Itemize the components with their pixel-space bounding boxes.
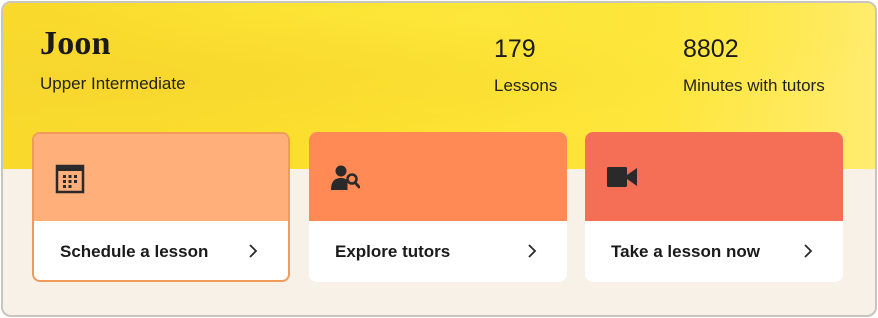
schedule-card-footer: Schedule a lesson [34, 221, 288, 280]
dashboard-panel: Joon Upper Intermediate 179 Lessons 8802… [1, 1, 877, 317]
chevron-right-icon [246, 242, 260, 260]
chevron-right-icon [525, 242, 539, 260]
explore-tutors-label: Explore tutors [335, 242, 451, 261]
take-lesson-card-header [585, 132, 843, 221]
schedule-lesson-card[interactable]: Schedule a lesson [32, 132, 290, 282]
minutes-label: Minutes with tutors [683, 76, 825, 95]
calendar-icon [55, 164, 85, 194]
explore-card-header [309, 132, 567, 221]
take-lesson-card-footer: Take a lesson now [585, 221, 843, 282]
explore-card-footer: Explore tutors [309, 221, 567, 282]
user-name: Joon [40, 25, 111, 62]
minutes-count: 8802 [683, 35, 739, 63]
video-camera-icon [606, 162, 637, 192]
take-lesson-now-card[interactable]: Take a lesson now [585, 132, 843, 282]
schedule-card-header [34, 134, 288, 221]
lessons-count: 179 [494, 35, 536, 63]
lessons-label: Lessons [494, 76, 558, 95]
explore-tutors-card[interactable]: Explore tutors [309, 132, 567, 282]
tutor-search-icon [330, 162, 361, 192]
schedule-lesson-label: Schedule a lesson [60, 242, 209, 261]
chevron-right-icon [801, 242, 815, 260]
take-lesson-now-label: Take a lesson now [611, 242, 760, 261]
user-level: Upper Intermediate [40, 74, 186, 93]
